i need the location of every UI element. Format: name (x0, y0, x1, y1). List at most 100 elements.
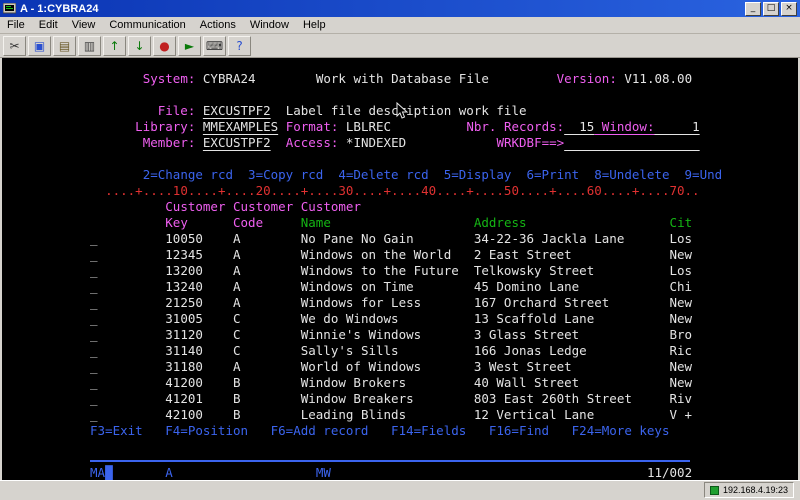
option-field[interactable]: _ (90, 407, 98, 422)
record-key: 12345 (165, 247, 233, 262)
terminal-screen[interactable]: System: CYBRA24 Work with Database File … (2, 58, 798, 480)
menu-actions[interactable]: Actions (193, 18, 243, 32)
menu-edit[interactable]: Edit (32, 18, 65, 32)
record-macro-button[interactable]: ● (153, 35, 176, 56)
option-field[interactable]: _ (90, 327, 98, 342)
copy-button[interactable]: ▣ (28, 35, 51, 56)
minimize-button[interactable]: _ (745, 1, 761, 16)
terminal-text: Customer (233, 199, 294, 214)
terminal-line: F3=Exit F4=Position F6=Add record F14=Fi… (90, 423, 798, 439)
command-field[interactable] (564, 135, 699, 150)
cut-button[interactable]: ✂ (3, 35, 26, 56)
terminal-text: Format: (285, 119, 346, 134)
terminal-text: File: (157, 103, 203, 118)
window-field[interactable]: 1 (655, 119, 700, 134)
keyboard-icon: ⌨ (205, 38, 224, 53)
terminal-line: _ 13200 A Windows to the Future Telkowsk… (90, 263, 798, 279)
option-field[interactable]: _ (90, 343, 98, 358)
record-name: Leading Blinds (300, 407, 474, 422)
menu-window[interactable]: Window (243, 18, 296, 32)
record-code: A (233, 279, 301, 294)
status-bar: 192.168.4.19:23 (0, 480, 800, 500)
terminal-line: ....+....10....+....20....+....30....+..… (90, 183, 798, 199)
record-name: Winnie's Windows (300, 327, 474, 342)
option-field[interactable]: _ (90, 375, 98, 390)
terminal-text: Customer (300, 199, 361, 214)
library-field[interactable]: MMEXAMPLES (203, 119, 278, 134)
option-field[interactable]: _ (90, 311, 98, 326)
send-file-button[interactable]: ↑ (103, 35, 126, 56)
record-name: Windows for Less (300, 295, 474, 310)
terminal-line: File: EXCUSTPF2 Label file description w… (90, 103, 798, 119)
play-macro-button[interactable]: ► (178, 35, 201, 56)
terminal-text: *INDEXED (345, 135, 407, 150)
record-city: Chi (669, 279, 693, 294)
menu-bar: File Edit View Communication Actions Window He… (0, 17, 800, 34)
paste-button[interactable]: ▤ (53, 35, 76, 56)
paste-icon: ▤ (58, 38, 71, 53)
menu-communication[interactable]: Communication (102, 18, 192, 32)
option-field[interactable]: _ (90, 359, 98, 374)
terminal-line: _ 13240 A Windows on Time 45 Domino Lane… (90, 279, 798, 295)
record-city: Ric (669, 343, 693, 358)
keyboard-button[interactable]: ⌨ (203, 35, 226, 56)
option-field[interactable]: _ (90, 295, 98, 310)
close-button[interactable]: × (781, 1, 797, 16)
record-code: B (233, 375, 301, 390)
option-field[interactable]: _ (90, 247, 98, 262)
maximize-button[interactable]: □ (763, 1, 779, 16)
cut-icon: ✂ (9, 38, 20, 53)
oia-separator (90, 460, 690, 462)
option-field[interactable]: _ (90, 279, 98, 294)
help-button[interactable]: ? (228, 35, 251, 56)
option-field[interactable]: _ (90, 391, 98, 406)
terminal-text: System: (142, 71, 203, 86)
terminal-text: Customer (165, 199, 226, 214)
terminal-text: Work with Database File (315, 71, 489, 86)
record-key: 31140 (165, 343, 233, 358)
record-key: 42100 (165, 407, 233, 422)
menu-help[interactable]: Help (296, 18, 333, 32)
menu-view[interactable]: View (65, 18, 103, 32)
record-key: 13200 (165, 263, 233, 278)
record-address: 34-22-36 Jackla Lane (473, 231, 670, 246)
terminal-text: Nbr. Records: (466, 119, 565, 134)
record-address: 3 West Street (473, 359, 670, 374)
menu-file[interactable]: File (0, 18, 32, 32)
records-count: 15 (564, 119, 595, 134)
record-address: 166 Jonas Ledge (473, 343, 670, 358)
record-key: 31180 (165, 359, 233, 374)
terminal-line: Key Code Name Address Cit (90, 215, 798, 231)
terminal-text: CYBRA24 (202, 71, 256, 86)
terminal-text: Key (165, 215, 188, 230)
terminal-text: Library: (135, 119, 203, 134)
option-field[interactable]: _ (90, 263, 98, 278)
record-code: A (233, 247, 301, 262)
member-field[interactable]: EXCUSTPF2 (203, 135, 271, 150)
record-address: 3 Glass Street (473, 327, 670, 342)
title-bar: A - 1:CYBRA24 _ □ × (0, 0, 800, 17)
file-name-field[interactable]: EXCUSTPF2 (203, 103, 271, 118)
terminal-text: ....+....10....+....20....+....30....+..… (105, 183, 700, 198)
record-name: No Pane No Gain (300, 231, 474, 246)
option-field[interactable]: _ (90, 231, 98, 246)
cursor-position: 11/002 (646, 465, 693, 480)
record-city: New (669, 359, 693, 374)
record-city: Bro (669, 327, 693, 342)
print-button[interactable]: ▥ (78, 35, 101, 56)
record-address: 40 Wall Street (473, 375, 670, 390)
receive-file-button[interactable]: ↓ (128, 35, 151, 56)
